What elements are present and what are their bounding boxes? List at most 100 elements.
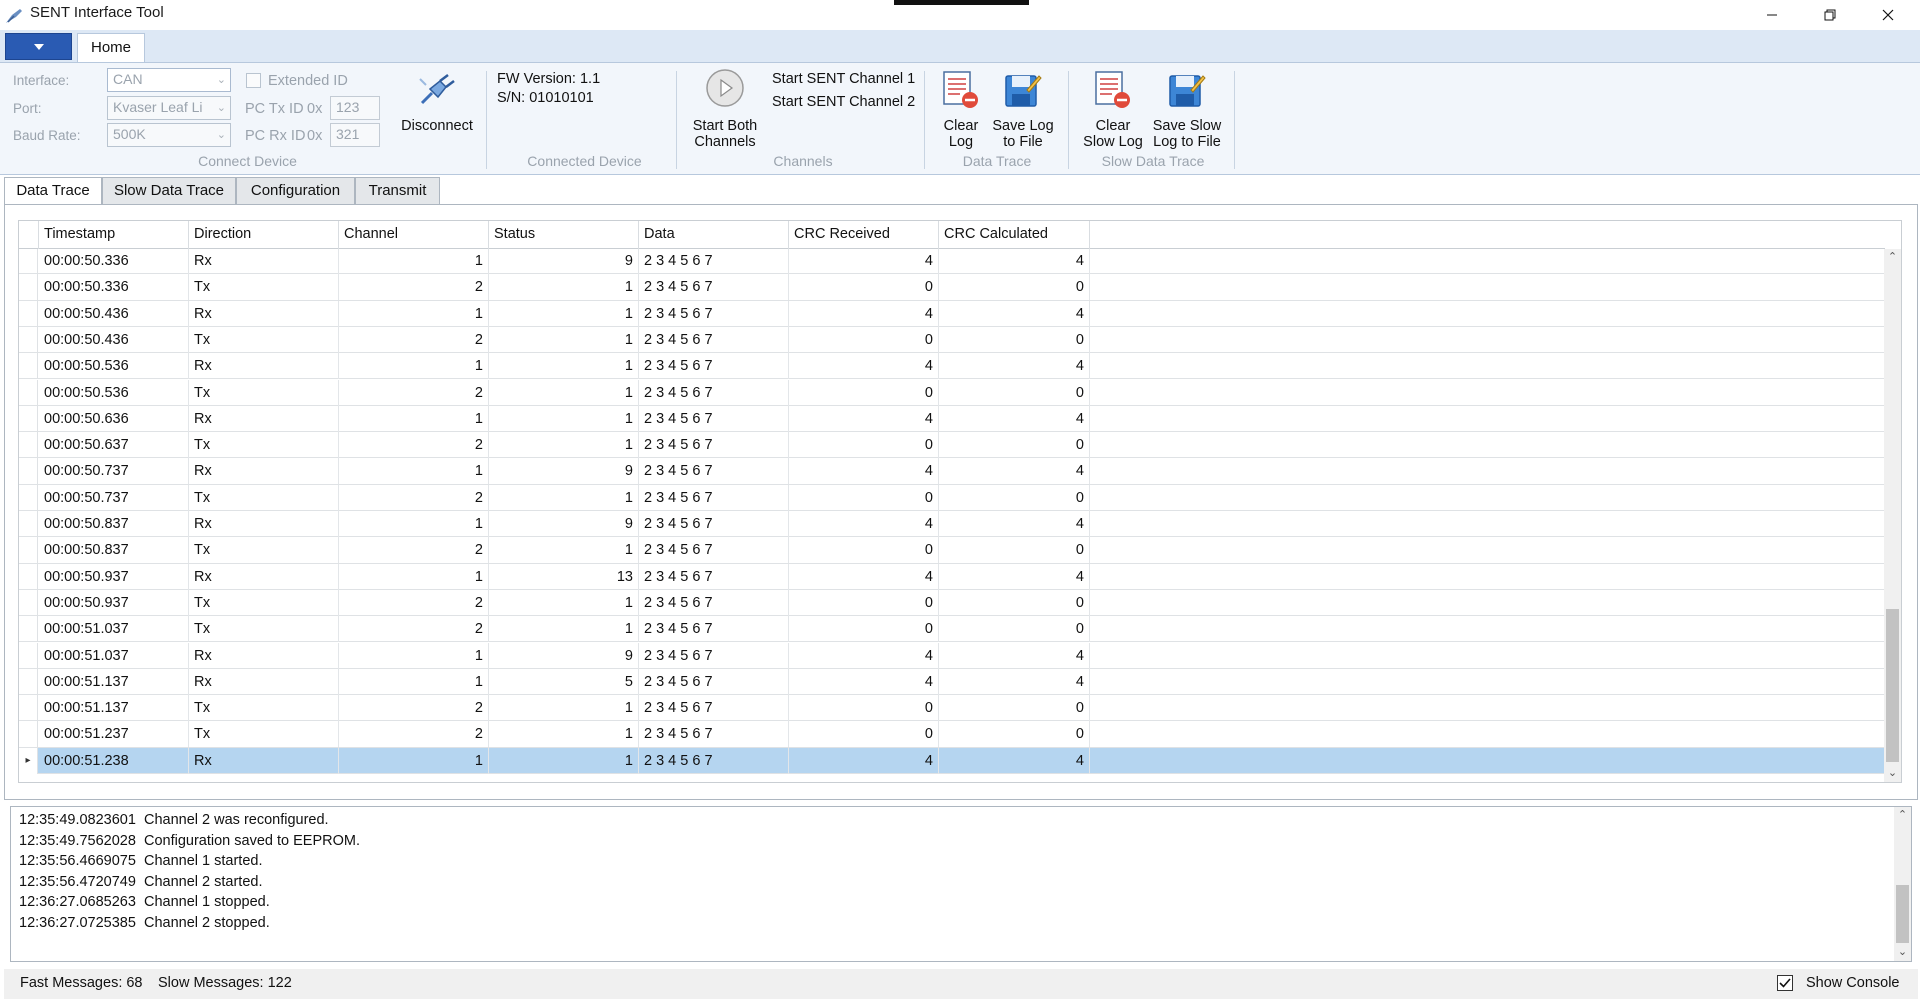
table-row[interactable]: 00:00:50.436 Rx 1 1 2 3 4 5 6 744 [19, 300, 1885, 327]
cell-crc-calculated[interactable]: 0 [939, 537, 1090, 564]
cell-crc-received[interactable]: 4 [789, 747, 939, 774]
cell-crc-received[interactable]: 0 [789, 589, 939, 616]
cell-crc-received[interactable]: 4 [789, 642, 939, 669]
scroll-down-icon[interactable]: ⌄ [1894, 944, 1911, 961]
cell-timestamp[interactable]: 00:00:50.536 [39, 353, 189, 380]
cell-channel[interactable]: 2 [339, 589, 489, 616]
cell-crc-received[interactable]: 4 [789, 458, 939, 485]
cell-status[interactable]: 1 [489, 484, 639, 511]
start-channel-1-button[interactable]: Start SENT Channel 1 [772, 71, 915, 87]
cell-data[interactable]: 2 3 4 5 6 7 [639, 537, 789, 564]
cell-status[interactable]: 9 [489, 642, 639, 669]
cell-crc-received[interactable]: 0 [789, 695, 939, 722]
cell-data[interactable]: 2 3 4 5 6 7 [639, 274, 789, 301]
cell-direction[interactable]: Rx [189, 458, 339, 485]
cell-crc-calculated[interactable]: 4 [939, 249, 1090, 274]
row-header[interactable] [19, 511, 38, 537]
cell-crc-received[interactable]: 4 [789, 353, 939, 380]
table-row[interactable]: 00:00:50.536 Tx 2 1 2 3 4 5 6 700 [19, 379, 1885, 406]
column-header-status[interactable]: Status [489, 221, 639, 249]
cell-direction[interactable]: Rx [189, 249, 339, 274]
cell-direction[interactable]: Rx [189, 300, 339, 327]
row-header[interactable] [19, 353, 38, 380]
cell-crc-calculated[interactable]: 4 [939, 458, 1090, 485]
cell-crc-received[interactable]: 4 [789, 563, 939, 590]
cell-timestamp[interactable]: 00:00:51.237 [39, 721, 189, 748]
row-header[interactable] [19, 405, 38, 432]
cell-crc-calculated[interactable]: 4 [939, 642, 1090, 669]
table-row[interactable]: 00:00:50.937 Tx 2 1 2 3 4 5 6 700 [19, 589, 1885, 617]
cell-channel[interactable]: 2 [339, 616, 489, 643]
row-header[interactable] [19, 642, 38, 669]
cell-status[interactable]: 1 [489, 432, 639, 459]
scroll-up-icon[interactable]: ⌃ [1894, 807, 1911, 824]
cell-direction[interactable]: Rx [189, 511, 339, 537]
cell-crc-calculated[interactable]: 0 [939, 589, 1090, 616]
cell-crc-calculated[interactable]: 0 [939, 484, 1090, 511]
row-header[interactable]: ▸ [19, 747, 38, 774]
row-header[interactable] [19, 458, 38, 485]
column-header-channel[interactable]: Channel [339, 221, 489, 249]
clear-slow-log-button[interactable]: Clear Slow Log [1080, 65, 1146, 150]
cell-crc-received[interactable]: 0 [789, 432, 939, 459]
cell-data[interactable]: 2 3 4 5 6 7 [639, 249, 789, 274]
cell-channel[interactable]: 2 [339, 326, 489, 353]
cell-data[interactable]: 2 3 4 5 6 7 [639, 379, 789, 406]
cell-channel[interactable]: 1 [339, 563, 489, 590]
table-row[interactable]: 00:00:50.737 Rx 1 9 2 3 4 5 6 744 [19, 458, 1885, 485]
cell-direction[interactable]: Rx [189, 668, 339, 695]
cell-status[interactable]: 5 [489, 668, 639, 695]
cell-status[interactable]: 9 [489, 458, 639, 485]
table-row[interactable]: 00:00:50.837 Rx 1 9 2 3 4 5 6 744 [19, 511, 1885, 538]
cell-timestamp[interactable]: 00:00:51.137 [39, 668, 189, 695]
table-row[interactable]: 00:00:50.637 Tx 2 1 2 3 4 5 6 700 [19, 432, 1885, 459]
table-row[interactable]: 00:00:51.037 Rx 1 9 2 3 4 5 6 744 [19, 642, 1885, 669]
cell-status[interactable]: 9 [489, 511, 639, 537]
save-log-button[interactable]: Save Log to File [990, 65, 1056, 150]
cell-crc-calculated[interactable]: 0 [939, 721, 1090, 748]
scroll-up-icon[interactable]: ⌃ [1884, 249, 1901, 266]
cell-crc-calculated[interactable]: 4 [939, 747, 1090, 774]
cell-timestamp[interactable]: 00:00:51.238 [39, 747, 189, 774]
row-header[interactable] [19, 616, 38, 643]
cell-crc-received[interactable]: 0 [789, 484, 939, 511]
cell-crc-calculated[interactable]: 0 [939, 379, 1090, 406]
cell-data[interactable]: 2 3 4 5 6 7 [639, 300, 789, 327]
cell-crc-received[interactable]: 4 [789, 249, 939, 274]
cell-crc-calculated[interactable]: 4 [939, 300, 1090, 327]
start-channel-2-button[interactable]: Start SENT Channel 2 [772, 94, 915, 110]
baud-rate-select[interactable]: 500K ⌄ [107, 123, 231, 147]
cell-channel[interactable]: 1 [339, 249, 489, 274]
cell-data[interactable]: 2 3 4 5 6 7 [639, 747, 789, 774]
column-header-data[interactable]: Data [639, 221, 789, 249]
table-row[interactable]: 00:00:51.037 Tx 2 1 2 3 4 5 6 700 [19, 616, 1885, 643]
cell-channel[interactable]: 1 [339, 300, 489, 327]
cell-crc-calculated[interactable]: 4 [939, 668, 1090, 695]
cell-direction[interactable]: Tx [189, 695, 339, 722]
cell-channel[interactable]: 1 [339, 668, 489, 695]
cell-timestamp[interactable]: 00:00:50.837 [39, 511, 189, 537]
cell-timestamp[interactable]: 00:00:51.137 [39, 695, 189, 722]
row-header[interactable] [19, 249, 38, 274]
table-row[interactable]: ▸ 00:00:51.238 Rx 1 1 2 3 4 5 6 744 [19, 747, 1885, 774]
column-header-crc-calculated[interactable]: CRC Calculated [939, 221, 1090, 249]
cell-direction[interactable]: Tx [189, 589, 339, 616]
cell-direction[interactable]: Tx [189, 537, 339, 564]
cell-direction[interactable]: Tx [189, 721, 339, 748]
clear-log-button[interactable]: Clear Log [936, 65, 986, 150]
table-row[interactable]: 00:00:50.336 Rx 1 9 2 3 4 5 6 744 [19, 249, 1885, 275]
cell-crc-received[interactable]: 4 [789, 300, 939, 327]
cell-direction[interactable]: Tx [189, 379, 339, 406]
scroll-down-icon[interactable]: ⌄ [1884, 765, 1901, 782]
cell-crc-received[interactable]: 0 [789, 274, 939, 301]
pc-tx-id-input[interactable]: 123 [330, 96, 380, 120]
start-both-channels-button[interactable]: Start Both Channels [688, 65, 762, 150]
cell-channel[interactable]: 1 [339, 405, 489, 432]
cell-channel[interactable]: 2 [339, 274, 489, 301]
cell-timestamp[interactable]: 00:00:50.637 [39, 432, 189, 459]
cell-status[interactable]: 1 [489, 537, 639, 564]
console-vertical-scrollbar[interactable]: ⌃ ⌄ [1894, 807, 1911, 961]
table-row[interactable]: 00:00:51.237 Tx 2 1 2 3 4 5 6 700 [19, 721, 1885, 748]
extended-id-checkbox[interactable] [246, 73, 261, 88]
cell-channel[interactable]: 2 [339, 695, 489, 722]
